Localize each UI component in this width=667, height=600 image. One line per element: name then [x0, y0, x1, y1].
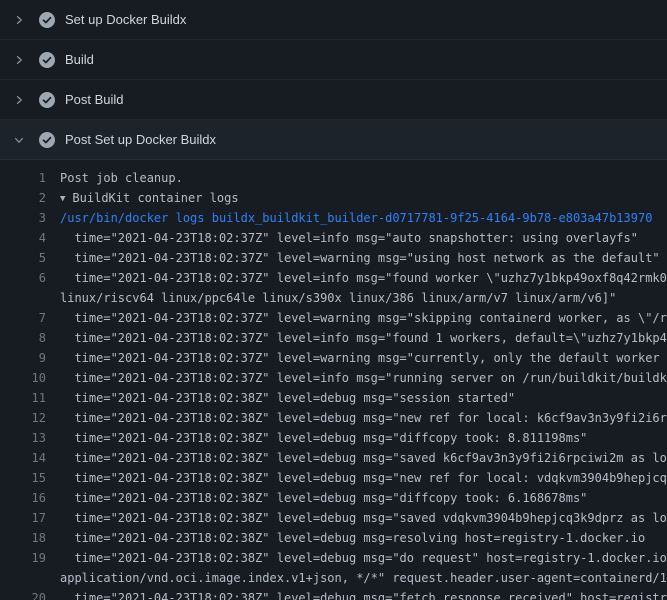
log-line-number [0, 568, 46, 588]
log-line-number: 4 [0, 228, 46, 248]
log-line[interactable]: 11 time="2021-04-23T18:02:38Z" level=deb… [0, 388, 667, 408]
log-line[interactable]: 15 time="2021-04-23T18:02:38Z" level=deb… [0, 468, 667, 488]
log-line[interactable]: 13 time="2021-04-23T18:02:38Z" level=deb… [0, 428, 667, 448]
log-line[interactable]: 8 time="2021-04-23T18:02:37Z" level=info… [0, 328, 667, 348]
log-line-text: /usr/bin/docker logs buildx_buildkit_bui… [46, 208, 667, 228]
log-line-number: 8 [0, 328, 46, 348]
log-line[interactable]: 3 /usr/bin/docker logs buildx_buildkit_b… [0, 208, 667, 228]
log-line-number: 6 [0, 268, 46, 288]
log-line-number: 13 [0, 428, 46, 448]
log-group-toggle-icon[interactable]: ▼ [60, 189, 65, 208]
step-header-post-set-up-docker-buildx[interactable]: Post Set up Docker Buildx [0, 120, 667, 160]
log-group-title: BuildKit container logs [72, 191, 238, 205]
log-line-text: ▼ BuildKit container logs [46, 188, 667, 208]
check-circle-icon [39, 52, 55, 68]
log-line-text: time="2021-04-23T18:02:38Z" level=debug … [46, 528, 667, 548]
check-circle-icon [39, 132, 55, 148]
log-line[interactable]: application/vnd.oci.image.index.v1+json,… [0, 568, 667, 588]
log-line-number: 11 [0, 388, 46, 408]
log-line-text: time="2021-04-23T18:02:37Z" level=info m… [46, 268, 667, 288]
log-line[interactable]: 17 time="2021-04-23T18:02:38Z" level=deb… [0, 508, 667, 528]
log-line[interactable]: 9 time="2021-04-23T18:02:37Z" level=warn… [0, 348, 667, 368]
log-line-number: 18 [0, 528, 46, 548]
log-line-text: time="2021-04-23T18:02:38Z" level=debug … [46, 488, 667, 508]
log-line-text: time="2021-04-23T18:02:38Z" level=debug … [46, 448, 667, 468]
log-line-text: time="2021-04-23T18:02:37Z" level=warnin… [46, 308, 667, 328]
log-line-text: time="2021-04-23T18:02:37Z" level=info m… [46, 228, 667, 248]
log-line-number: 19 [0, 548, 46, 568]
step-title: Post Build [65, 92, 124, 107]
log-line-text: time="2021-04-23T18:02:38Z" level=debug … [46, 548, 667, 568]
log-line-text: time="2021-04-23T18:02:37Z" level=info m… [46, 368, 667, 388]
log-line-text: time="2021-04-23T18:02:38Z" level=debug … [46, 588, 667, 600]
log-line[interactable]: 2 ▼ BuildKit container logs [0, 188, 667, 208]
log-line-number: 15 [0, 468, 46, 488]
log-line-text: Post job cleanup. [46, 168, 667, 188]
log-line-number: 2 [0, 188, 46, 208]
log-line-text: time="2021-04-23T18:02:38Z" level=debug … [46, 428, 667, 448]
log-line[interactable]: 20 time="2021-04-23T18:02:38Z" level=deb… [0, 588, 667, 600]
log-line-text: time="2021-04-23T18:02:38Z" level=debug … [46, 468, 667, 488]
log-line[interactable]: 14 time="2021-04-23T18:02:38Z" level=deb… [0, 448, 667, 468]
step-header-build[interactable]: Build [0, 40, 667, 80]
log-line[interactable]: 18 time="2021-04-23T18:02:38Z" level=deb… [0, 528, 667, 548]
log-line-number [0, 288, 46, 308]
check-circle-icon [39, 92, 55, 108]
log-line[interactable]: 1 Post job cleanup. [0, 168, 667, 188]
log-line-number: 5 [0, 248, 46, 268]
log-line-number: 20 [0, 588, 46, 600]
log-line[interactable]: 7 time="2021-04-23T18:02:37Z" level=warn… [0, 308, 667, 328]
log-line-text: time="2021-04-23T18:02:37Z" level=info m… [46, 328, 667, 348]
check-circle-icon [39, 12, 55, 28]
log-line-text: linux/riscv64 linux/ppc64le linux/s390x … [46, 288, 667, 308]
log-line-text: time="2021-04-23T18:02:38Z" level=debug … [46, 408, 667, 428]
log-line[interactable]: 6 time="2021-04-23T18:02:37Z" level=info… [0, 268, 667, 288]
job-log-viewer: Set up Docker Buildx Build Post Buil [0, 0, 667, 600]
chevron-right-icon[interactable] [12, 93, 26, 107]
log-line-number: 1 [0, 168, 46, 188]
step-header-post-build[interactable]: Post Build [0, 80, 667, 120]
log-line-number: 12 [0, 408, 46, 428]
chevron-right-icon[interactable] [12, 13, 26, 27]
log-line[interactable]: 19 time="2021-04-23T18:02:38Z" level=deb… [0, 548, 667, 568]
chevron-down-icon[interactable] [12, 133, 26, 147]
step-title: Build [65, 52, 94, 67]
log-line[interactable]: linux/riscv64 linux/ppc64le linux/s390x … [0, 288, 667, 308]
log-line-text: time="2021-04-23T18:02:38Z" level=debug … [46, 508, 667, 528]
log-line-text: time="2021-04-23T18:02:37Z" level=warnin… [46, 348, 667, 368]
step-title: Post Set up Docker Buildx [65, 132, 216, 147]
log-line-number: 17 [0, 508, 46, 528]
chevron-right-icon[interactable] [12, 53, 26, 67]
step-list: Set up Docker Buildx Build Post Buil [0, 0, 667, 160]
log-line[interactable]: 4 time="2021-04-23T18:02:37Z" level=info… [0, 228, 667, 248]
log-line-number: 7 [0, 308, 46, 328]
log-line[interactable]: 10 time="2021-04-23T18:02:37Z" level=inf… [0, 368, 667, 388]
log-line-number: 10 [0, 368, 46, 388]
step-title: Set up Docker Buildx [65, 12, 186, 27]
log-line-text: application/vnd.oci.image.index.v1+json,… [46, 568, 667, 588]
log-line-text: time="2021-04-23T18:02:38Z" level=debug … [46, 388, 667, 408]
log-line[interactable]: 16 time="2021-04-23T18:02:38Z" level=deb… [0, 488, 667, 508]
log-line[interactable]: 5 time="2021-04-23T18:02:37Z" level=warn… [0, 248, 667, 268]
log-line[interactable]: 12 time="2021-04-23T18:02:38Z" level=deb… [0, 408, 667, 428]
log-line-number: 16 [0, 488, 46, 508]
log-line-number: 14 [0, 448, 46, 468]
log-area: 1 Post job cleanup. 2 ▼ BuildKit containe… [0, 160, 667, 600]
log-line-number: 9 [0, 348, 46, 368]
log-line-number: 3 [0, 208, 46, 228]
log-line-text: time="2021-04-23T18:02:37Z" level=warnin… [46, 248, 667, 268]
step-header-set-up-docker-buildx[interactable]: Set up Docker Buildx [0, 0, 667, 40]
